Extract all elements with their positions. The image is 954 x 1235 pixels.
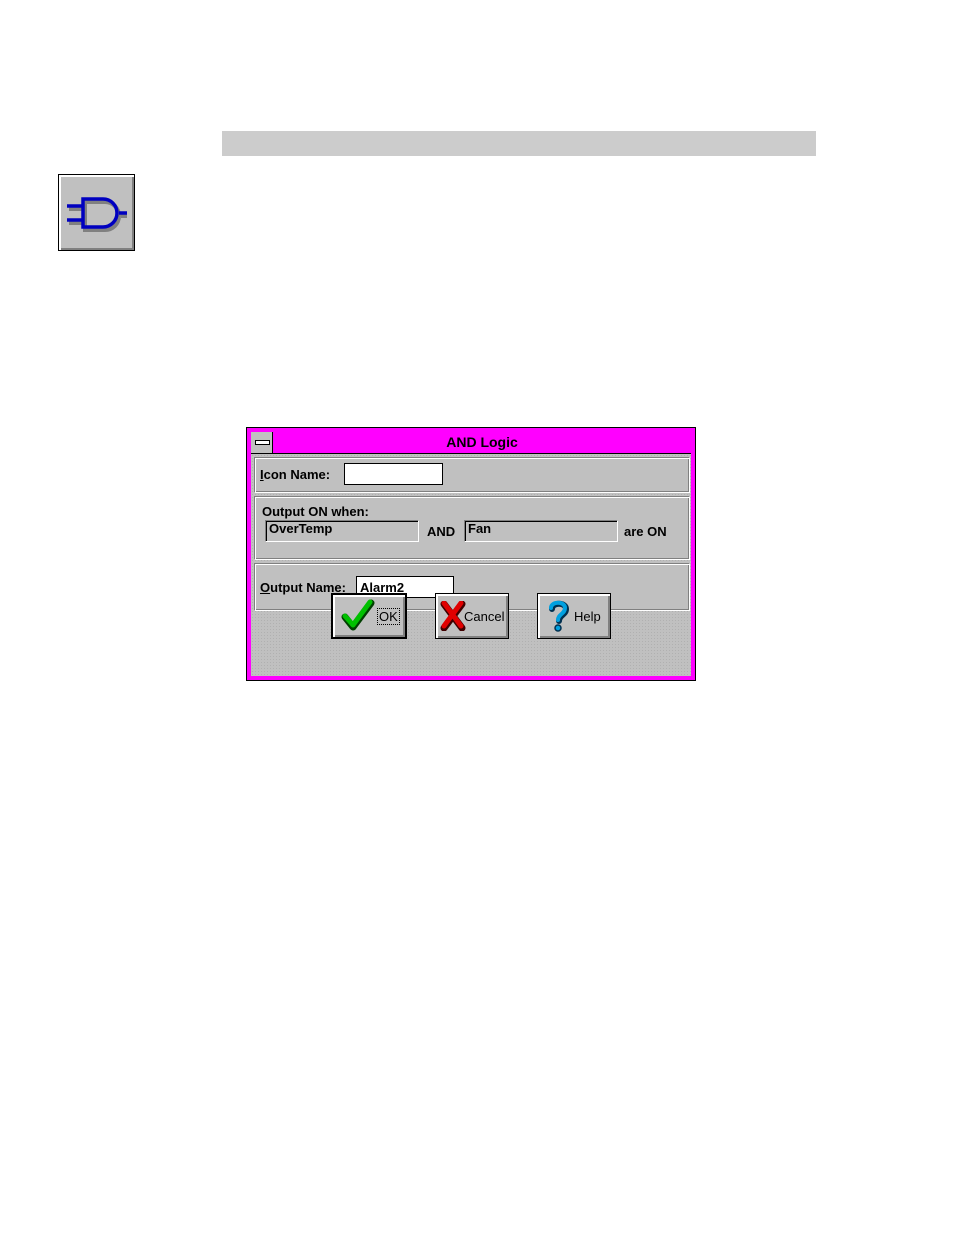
and-gate-icon: [67, 197, 127, 232]
x-icon: [440, 601, 466, 631]
system-menu-button[interactable]: [251, 432, 273, 453]
cancel-button[interactable]: Cancel: [435, 593, 509, 639]
input1-field[interactable]: OverTemp: [265, 520, 419, 542]
icon-name-label: Icon Name:: [260, 467, 331, 482]
and-logic-dialog: AND Logic Icon Name: Output ON when: Ove…: [246, 427, 696, 681]
output-on-group: Output ON when: OverTemp AND Fan are ON: [254, 496, 690, 560]
ok-button[interactable]: OK: [331, 593, 407, 639]
ok-label: OK: [377, 607, 400, 625]
input2-field[interactable]: Fan: [464, 520, 618, 542]
cancel-label: Cancel: [464, 608, 505, 624]
dialog-title: AND Logic: [446, 434, 518, 450]
and-label: AND: [427, 524, 456, 539]
icon-name-group: Icon Name:: [254, 457, 690, 493]
question-icon: [549, 600, 570, 632]
icon-name-input[interactable]: [344, 463, 443, 485]
help-button[interactable]: Help: [537, 593, 611, 639]
and-gate-tool-button[interactable]: [58, 174, 135, 251]
checkmark-icon: [341, 599, 375, 631]
header-bar: [222, 131, 816, 156]
help-label: Help: [574, 608, 601, 624]
system-menu-icon: [255, 440, 270, 445]
are-on-label: are ON: [624, 524, 667, 539]
output-on-label: Output ON when:: [262, 504, 369, 519]
title-bar: AND Logic: [251, 432, 691, 454]
dialog-client-area: Icon Name: Output ON when: OverTemp AND …: [251, 454, 691, 676]
